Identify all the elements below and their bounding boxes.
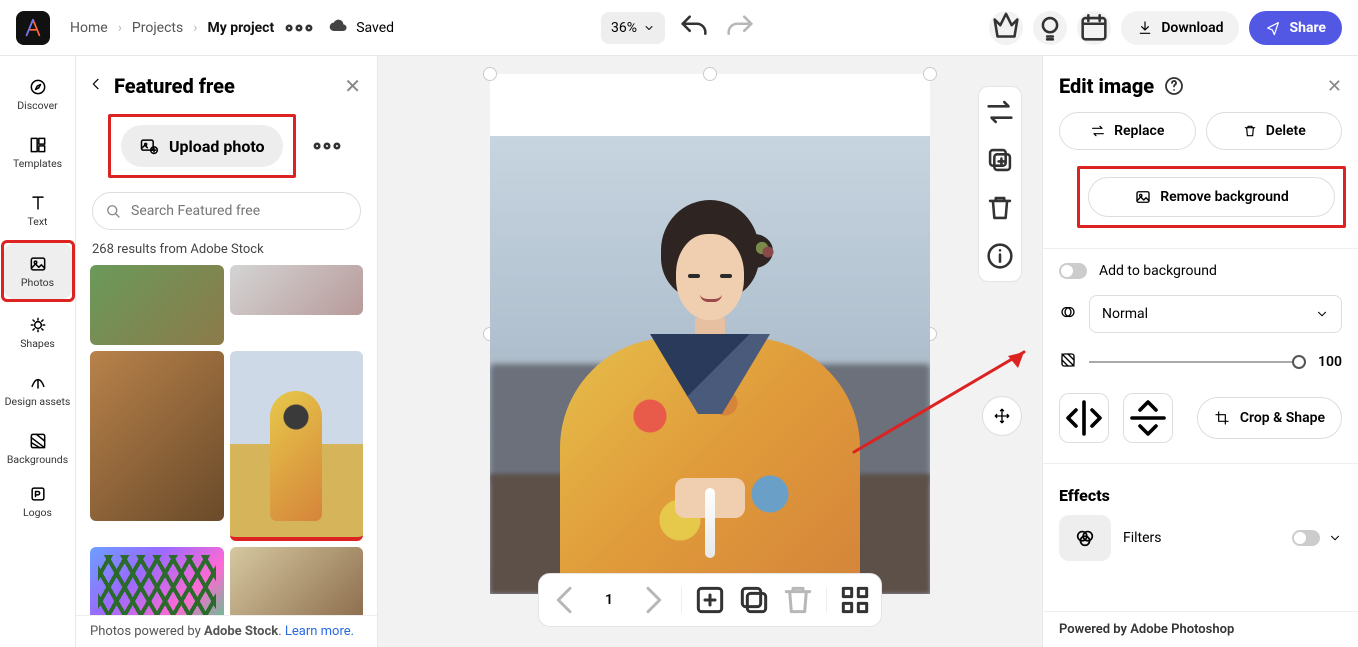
rail-text[interactable]: Text xyxy=(4,182,72,238)
filters-label: Filters xyxy=(1123,530,1162,546)
effects-section-title: Effects xyxy=(1043,470,1358,513)
saved-status: Saved xyxy=(356,20,394,36)
help-icon[interactable] xyxy=(1162,74,1186,98)
rail-photos[interactable]: Photos xyxy=(4,243,72,299)
chevron-right-icon: › xyxy=(193,20,197,36)
grid-view-button[interactable] xyxy=(835,580,875,620)
search-icon xyxy=(104,202,122,220)
breadcrumb: Home › Projects › My project xyxy=(70,20,274,36)
undo-button[interactable] xyxy=(677,11,711,45)
more-menu-button[interactable] xyxy=(282,11,316,45)
left-rail: Discover Templates Text Photos Shapes De… xyxy=(0,56,76,647)
panel-footer: Photos powered by Adobe Stock. Learn mor… xyxy=(76,615,377,647)
results-count: 268 results from Adobe Stock xyxy=(76,240,377,265)
search-input[interactable] xyxy=(92,192,361,230)
flip-horizontal-button[interactable] xyxy=(1059,393,1109,443)
rail-templates[interactable]: Templates xyxy=(4,124,72,180)
chevron-down-icon[interactable] xyxy=(1328,531,1342,545)
canvas-image[interactable] xyxy=(490,136,930,594)
redo-button[interactable] xyxy=(723,11,757,45)
resize-handle[interactable] xyxy=(483,67,497,81)
left-panel: Featured free ✕ Upload photo 268 results… xyxy=(76,56,378,647)
cloud-icon xyxy=(328,16,348,40)
delete-button[interactable]: Delete xyxy=(1206,112,1343,150)
move-handle[interactable] xyxy=(982,396,1022,436)
opacity-value: 100 xyxy=(1318,354,1342,370)
stock-thumb[interactable] xyxy=(230,265,364,315)
premium-icon xyxy=(989,11,1023,45)
rail-shapes[interactable]: Shapes xyxy=(4,304,72,360)
share-button[interactable]: Share xyxy=(1249,11,1342,45)
filters-icon[interactable] xyxy=(1059,515,1111,561)
duplicate-icon[interactable] xyxy=(983,143,1017,177)
canvas-toolbar xyxy=(978,86,1022,282)
info-icon[interactable] xyxy=(983,239,1017,273)
chevron-right-icon: › xyxy=(118,20,122,36)
stock-thumb[interactable] xyxy=(230,547,364,615)
upload-more-menu[interactable] xyxy=(310,129,344,163)
right-panel-close[interactable]: ✕ xyxy=(1327,76,1342,97)
panel-back-button[interactable] xyxy=(84,76,108,96)
breadcrumb-home[interactable]: Home xyxy=(70,20,108,36)
panel-close-button[interactable]: ✕ xyxy=(344,74,361,98)
calendar-icon[interactable] xyxy=(1077,11,1111,45)
rail-backgrounds[interactable]: Backgrounds xyxy=(4,420,72,476)
replace-button[interactable]: Replace xyxy=(1059,112,1196,150)
app-logo[interactable] xyxy=(16,11,50,45)
flip-vertical-button[interactable] xyxy=(1123,393,1173,443)
blend-mode-select[interactable]: Normal xyxy=(1089,295,1342,333)
breadcrumb-current[interactable]: My project xyxy=(207,20,274,36)
stock-thumb[interactable] xyxy=(90,547,224,615)
stock-thumb[interactable] xyxy=(230,351,364,541)
prev-page-button[interactable] xyxy=(545,580,585,620)
learn-more-link[interactable]: Learn more. xyxy=(285,624,354,639)
right-panel-title: Edit image xyxy=(1059,74,1154,98)
page-toolbar: 1 xyxy=(538,573,882,627)
delete-page-button[interactable] xyxy=(778,580,818,620)
zoom-dropdown[interactable]: 36% xyxy=(601,12,665,44)
stock-thumb[interactable] xyxy=(90,351,224,521)
opacity-icon xyxy=(1059,351,1077,373)
breadcrumb-projects[interactable]: Projects xyxy=(132,20,183,36)
artboard[interactable] xyxy=(490,74,930,594)
add-to-background-label: Add to background xyxy=(1099,263,1217,279)
filters-toggle[interactable] xyxy=(1292,530,1320,546)
canvas-area[interactable]: 1 xyxy=(378,56,1042,647)
swap-icon[interactable] xyxy=(983,95,1017,129)
trash-icon[interactable] xyxy=(983,191,1017,225)
duplicate-page-button[interactable] xyxy=(734,580,774,620)
add-to-background-toggle[interactable] xyxy=(1059,263,1087,279)
remove-background-button[interactable]: Remove background xyxy=(1088,177,1335,217)
rail-logos[interactable]: Logos xyxy=(4,478,72,524)
panel-title: Featured free xyxy=(114,74,338,98)
stock-gallery xyxy=(76,265,377,615)
crop-shape-button[interactable]: Crop & Shape xyxy=(1197,397,1342,439)
stock-thumb[interactable] xyxy=(90,265,224,345)
add-page-button[interactable] xyxy=(690,580,730,620)
next-page-button[interactable] xyxy=(633,580,673,620)
idea-icon[interactable] xyxy=(1033,11,1067,45)
upload-photo-button[interactable]: Upload photo xyxy=(121,125,283,167)
opacity-slider[interactable] xyxy=(1089,361,1306,363)
right-panel-footer: Powered by Adobe Photoshop xyxy=(1043,611,1358,647)
rail-discover[interactable]: Discover xyxy=(4,66,72,122)
resize-handle[interactable] xyxy=(703,67,717,81)
download-button[interactable]: Download xyxy=(1121,11,1239,45)
rail-design-assets[interactable]: Design assets xyxy=(4,362,72,418)
resize-handle[interactable] xyxy=(923,67,937,81)
blend-mode-icon xyxy=(1059,303,1077,325)
page-number: 1 xyxy=(589,592,629,608)
right-panel: Edit image ✕ Replace Delete Remove backg… xyxy=(1042,56,1358,647)
